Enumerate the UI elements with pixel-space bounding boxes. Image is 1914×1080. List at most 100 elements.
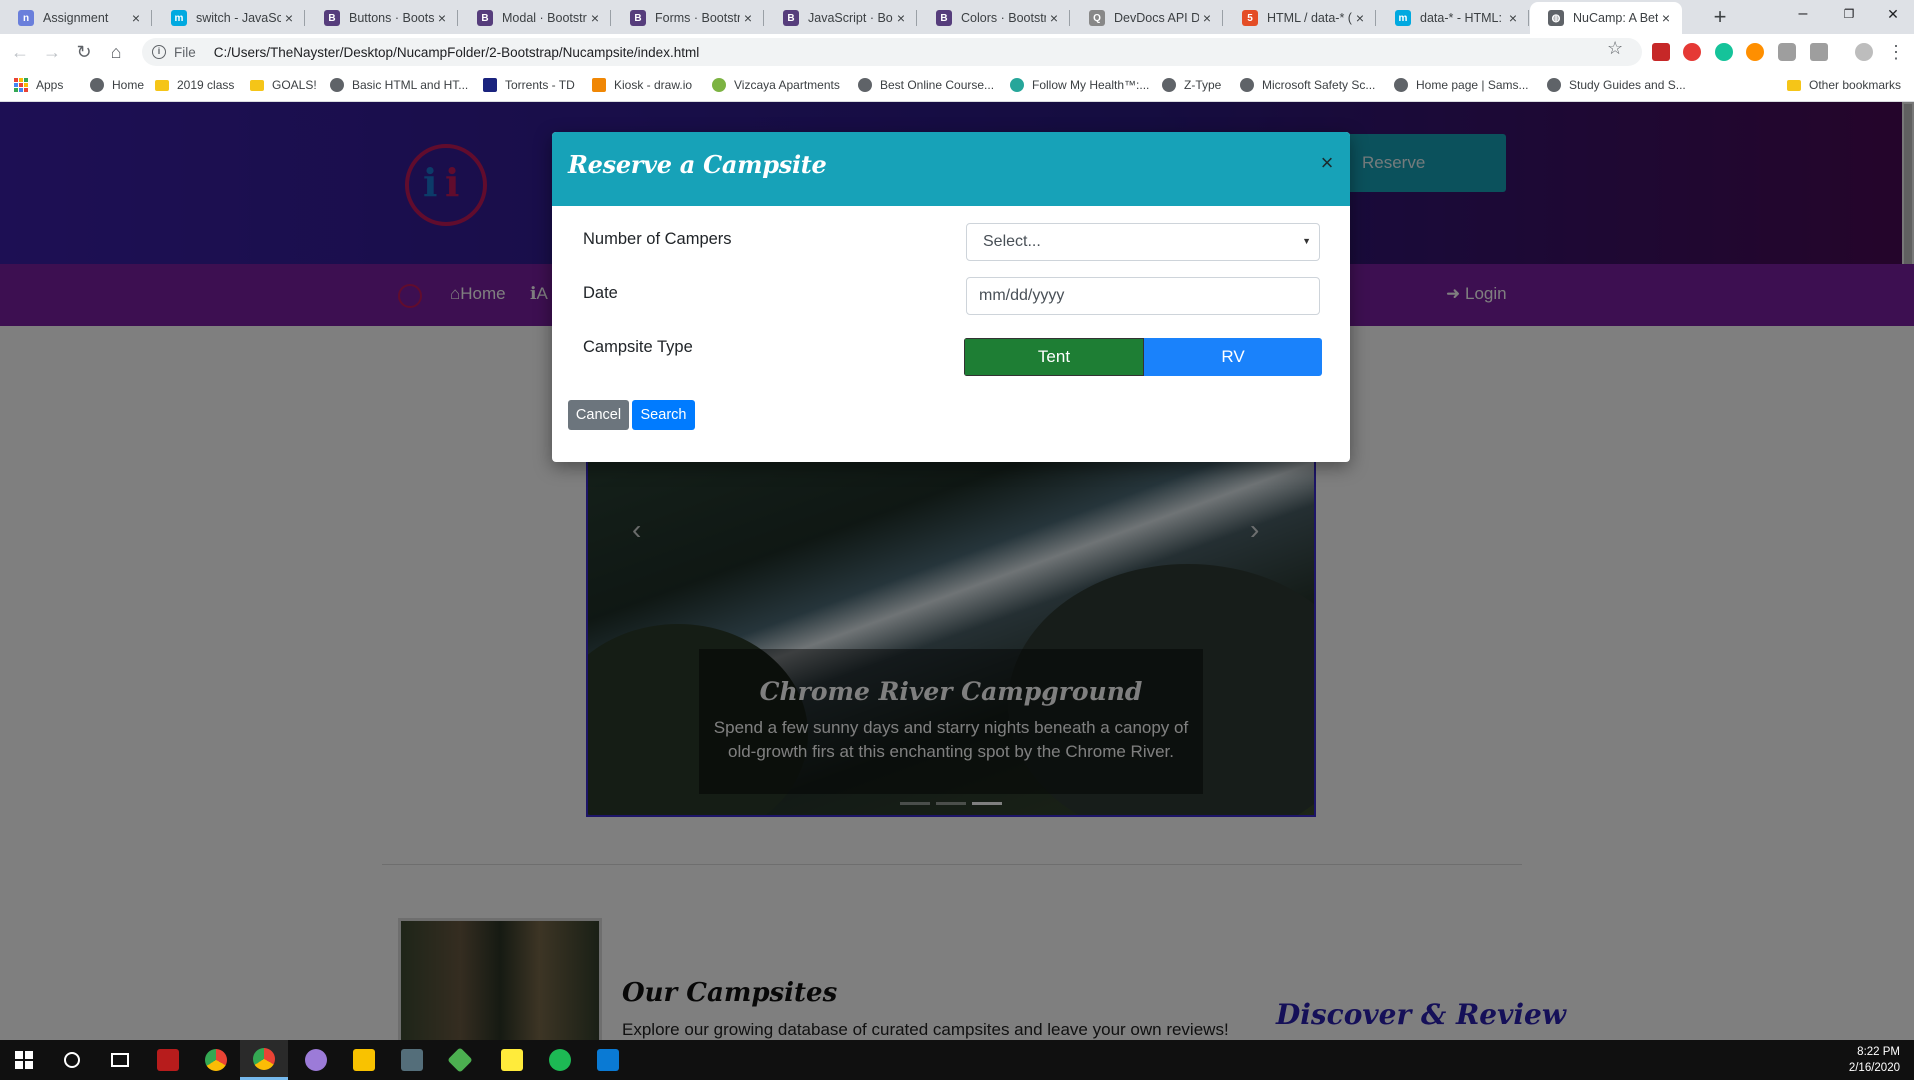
tab-close-icon[interactable]: × <box>1658 10 1674 26</box>
tab-close-icon[interactable]: × <box>740 10 756 26</box>
gitkraken-icon[interactable] <box>436 1040 484 1080</box>
bookmark-item[interactable]: GOALS! <box>250 70 317 100</box>
spotify-icon[interactable] <box>536 1040 584 1080</box>
browser-tab[interactable]: ◍ NuCamp: A Bette× <box>1530 2 1682 34</box>
tab-close-icon[interactable]: × <box>587 10 603 26</box>
bookmark-item[interactable]: Microsoft Safety Sc... <box>1240 70 1375 100</box>
folder-icon <box>155 79 169 91</box>
bookmark-item[interactable]: Basic HTML and HT... <box>330 70 468 100</box>
chrome-icon[interactable] <box>192 1040 240 1080</box>
bookmark-item[interactable]: Home page | Sams... <box>1394 70 1529 100</box>
windows-start-icon[interactable] <box>0 1040 48 1080</box>
tab-close-icon[interactable]: × <box>1352 10 1368 26</box>
globe-icon <box>330 78 344 92</box>
browser-tab[interactable]: B Forms · Bootstrap× <box>612 2 764 34</box>
tab-title: Colors · Bootstra <box>961 11 1046 25</box>
browser-tab[interactable]: Q DevDocs API Doc× <box>1071 2 1223 34</box>
date-input[interactable]: mm/dd/yyyy <box>966 277 1320 315</box>
search-icon[interactable] <box>48 1040 96 1080</box>
tent-option[interactable]: Tent <box>964 338 1144 376</box>
date-label: Date <box>583 284 618 302</box>
browser-tab[interactable]: B Buttons · Bootstr × <box>306 2 458 34</box>
globe-icon <box>1547 78 1561 92</box>
other-bookmarks[interactable]: Other bookmarks <box>1787 70 1901 100</box>
bookmark-item[interactable]: Apps <box>14 70 63 100</box>
address-url[interactable]: C:/Users/TheNayster/Desktop/NucampFolder… <box>214 45 699 60</box>
forward-icon[interactable]: → <box>40 40 64 64</box>
menu-kebab-icon[interactable]: ⋮ <box>1884 40 1908 64</box>
browser-toolbar: ← → ↻ ⌂ i File C:/Users/TheNayster/Deskt… <box>0 34 1914 70</box>
browser-tab[interactable]: n Assignment × <box>0 2 152 34</box>
campers-select-value: Select... <box>983 233 1041 250</box>
browser-tab[interactable]: 5 HTML / data-* (a × <box>1224 2 1376 34</box>
chevron-down-icon: ▼ <box>1302 236 1311 246</box>
ublock-icon[interactable] <box>1652 43 1670 61</box>
extension-orange-icon[interactable] <box>1746 43 1764 61</box>
new-tab-button[interactable]: + <box>1706 4 1734 32</box>
tab-title: Forms · Bootstrap <box>655 11 740 25</box>
tab-title: switch - JavaScrip <box>196 11 281 25</box>
tab-close-icon[interactable]: × <box>1505 10 1521 26</box>
profile-avatar[interactable] <box>1855 43 1873 61</box>
browser-tab[interactable]: B JavaScript · Boot× <box>765 2 917 34</box>
close-icon[interactable]: × <box>1316 150 1338 176</box>
sticky-notes-icon[interactable] <box>488 1040 536 1080</box>
bookmark-item[interactable]: Z-Type <box>1162 70 1221 100</box>
tab-favicon-icon: 5 <box>1242 10 1258 26</box>
bookmark-label: Vizcaya Apartments <box>734 78 840 92</box>
bookmark-item[interactable]: Torrents - TD <box>483 70 575 100</box>
paint-icon[interactable] <box>292 1040 340 1080</box>
tab-close-icon[interactable]: × <box>434 10 450 26</box>
rv-option[interactable]: RV <box>1144 338 1322 376</box>
tab-favicon-icon: B <box>783 10 799 26</box>
reload-icon[interactable]: ↻ <box>72 40 96 64</box>
bookmark-star-icon[interactable]: ☆ <box>1607 38 1623 59</box>
tab-title: DevDocs API Doc <box>1114 11 1199 25</box>
campsite-type-toggle: Tent RV <box>964 338 1322 376</box>
search-button[interactable]: Search <box>632 400 695 430</box>
bookmark-item[interactable]: 2019 class <box>155 70 234 100</box>
browser-tab[interactable]: m data-* - HTML: H× <box>1377 2 1529 34</box>
home-icon[interactable]: ⌂ <box>104 40 128 64</box>
vscode-icon[interactable] <box>584 1040 632 1080</box>
close-window-button[interactable]: ✕ <box>1870 0 1914 30</box>
bookmark-item[interactable]: Vizcaya Apartments <box>712 70 840 100</box>
file-explorer-icon[interactable] <box>340 1040 388 1080</box>
grammarly-icon[interactable] <box>1715 43 1733 61</box>
tab-close-icon[interactable]: × <box>1199 10 1215 26</box>
bookmark-item[interactable]: Best Online Course... <box>858 70 994 100</box>
browser-tab[interactable]: B Modal · Bootstra × <box>459 2 611 34</box>
folder-icon <box>250 79 264 91</box>
tab-close-icon[interactable]: × <box>128 10 144 26</box>
campers-select[interactable]: Select... ▼ <box>966 223 1320 261</box>
taskbar-clock[interactable]: 8:22 PM 2/16/2020 <box>1849 1044 1900 1076</box>
tab-close-icon[interactable]: × <box>281 10 297 26</box>
acrobat-icon[interactable] <box>144 1040 192 1080</box>
globe-icon <box>1240 78 1254 92</box>
bookmark-item[interactable]: Follow My Health™:... <box>1010 70 1149 100</box>
task-view-icon[interactable] <box>96 1040 144 1080</box>
camera-icon[interactable] <box>1810 43 1828 61</box>
bookmark-label: GOALS! <box>272 78 317 92</box>
address-bar[interactable]: i File C:/Users/TheNayster/Desktop/Nucam… <box>142 38 1642 66</box>
extension-gray-icon[interactable] <box>1778 43 1796 61</box>
date-placeholder: mm/dd/yyyy <box>979 287 1065 304</box>
back-icon[interactable]: ← <box>8 40 32 64</box>
snipping-tool-icon[interactable] <box>388 1040 436 1080</box>
minimize-button[interactable]: – <box>1780 0 1826 30</box>
tab-close-icon[interactable]: × <box>893 10 909 26</box>
tab-close-icon[interactable]: × <box>1046 10 1062 26</box>
browser-tab[interactable]: B Colors · Bootstra × <box>918 2 1070 34</box>
globe-icon <box>858 78 872 92</box>
maximize-button[interactable]: ❐ <box>1826 0 1872 30</box>
cancel-button[interactable]: Cancel <box>568 400 629 430</box>
bookmark-label: Study Guides and S... <box>1569 78 1686 92</box>
chrome-active-icon[interactable] <box>240 1040 288 1080</box>
bookmark-item[interactable]: Kiosk - draw.io <box>592 70 692 100</box>
tab-separator <box>151 10 152 26</box>
info-icon[interactable]: i <box>152 45 166 59</box>
browser-tab[interactable]: m switch - JavaScrip× <box>153 2 305 34</box>
bookmark-item[interactable]: Study Guides and S... <box>1547 70 1686 100</box>
bookmark-item[interactable]: Home <box>90 70 144 100</box>
extension-red-icon[interactable] <box>1683 43 1701 61</box>
